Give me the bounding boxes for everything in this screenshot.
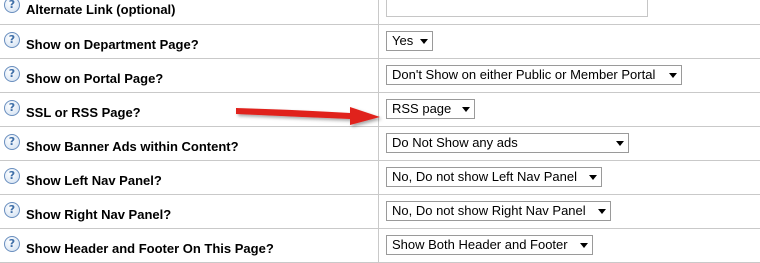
value-cell: No, Do not show Left Nav Panel: [378, 160, 760, 195]
label-cell: ? Show on Portal Page?: [0, 58, 379, 93]
field-label: Show Banner Ads within Content?: [26, 138, 239, 154]
portal-page-select[interactable]: Don't Show on either Public or Member Po…: [386, 65, 682, 85]
value-cell: No, Do not show Right Nav Panel: [378, 194, 760, 229]
banner-ads-select[interactable]: Do Not Show any ads: [386, 133, 629, 153]
ssl-rss-select[interactable]: RSS page: [386, 99, 475, 119]
field-label: Show Left Nav Panel?: [26, 172, 162, 188]
field-label: Show Header and Footer On This Page?: [26, 240, 274, 256]
value-cell: [378, 0, 760, 25]
help-icon[interactable]: ?: [4, 31, 20, 48]
value-cell: Yes: [378, 24, 760, 59]
dropdown-arrow-icon: [462, 107, 470, 112]
selected-value: Show Both Header and Footer: [392, 237, 568, 252]
dropdown-arrow-icon: [616, 141, 624, 146]
label-cell: ? Show Header and Footer On This Page?: [0, 228, 379, 263]
row-alternate-link: ? Alternate Link (optional): [0, 0, 760, 25]
dropdown-arrow-icon: [669, 73, 677, 78]
selected-value: Do Not Show any ads: [392, 135, 518, 150]
help-icon[interactable]: ?: [4, 99, 20, 116]
label-cell: ? Show Right Nav Panel?: [0, 194, 379, 229]
alternate-link-input[interactable]: [386, 0, 648, 18]
header-footer-select[interactable]: Show Both Header and Footer: [386, 235, 593, 255]
dropdown-arrow-icon: [420, 39, 428, 44]
field-label: Show Right Nav Panel?: [26, 206, 172, 222]
help-icon[interactable]: ?: [4, 201, 20, 218]
row-department-page: ? Show on Department Page? Yes: [0, 24, 760, 59]
right-nav-select[interactable]: No, Do not show Right Nav Panel: [386, 201, 611, 221]
selected-value: RSS page: [392, 101, 452, 116]
value-cell: Do Not Show any ads: [378, 126, 760, 161]
label-cell: ? Show Left Nav Panel?: [0, 160, 379, 195]
value-cell: RSS page: [378, 92, 760, 127]
field-label: Alternate Link (optional): [26, 2, 176, 18]
row-left-nav: ? Show Left Nav Panel? No, Do not show L…: [0, 160, 760, 195]
label-cell: ? Alternate Link (optional): [0, 0, 379, 25]
selected-value: Yes: [392, 33, 414, 48]
value-cell: Don't Show on either Public or Member Po…: [378, 58, 760, 93]
dropdown-arrow-icon: [589, 175, 597, 180]
dropdown-arrow-icon: [598, 209, 606, 214]
row-banner-ads: ? Show Banner Ads within Content? Do Not…: [0, 126, 760, 161]
selected-value: No, Do not show Right Nav Panel: [392, 203, 586, 218]
label-cell: ? Show on Department Page?: [0, 24, 379, 59]
help-icon[interactable]: ?: [4, 133, 20, 150]
value-cell: Show Both Header and Footer: [378, 228, 760, 263]
left-nav-select[interactable]: No, Do not show Left Nav Panel: [386, 167, 602, 187]
department-page-select[interactable]: Yes: [386, 31, 433, 51]
field-label: SSL or RSS Page?: [26, 104, 141, 120]
help-icon[interactable]: ?: [4, 235, 20, 252]
field-label: Show on Department Page?: [26, 36, 199, 52]
row-portal-page: ? Show on Portal Page? Don't Show on eit…: [0, 58, 760, 93]
red-arrow-icon: [236, 107, 380, 125]
help-icon[interactable]: ?: [4, 167, 20, 184]
selected-value: No, Do not show Left Nav Panel: [392, 169, 577, 184]
page-settings-form: ? Alternate Link (optional) ? Show on De…: [0, 0, 760, 263]
help-icon[interactable]: ?: [4, 0, 20, 13]
selected-value: Don't Show on either Public or Member Po…: [392, 67, 656, 82]
dropdown-arrow-icon: [580, 243, 588, 248]
row-right-nav: ? Show Right Nav Panel? No, Do not show …: [0, 194, 760, 229]
help-icon[interactable]: ?: [4, 65, 20, 82]
arrow-shape: [236, 107, 380, 125]
row-header-footer: ? Show Header and Footer On This Page? S…: [0, 228, 760, 263]
label-cell: ? Show Banner Ads within Content?: [0, 126, 379, 161]
field-label: Show on Portal Page?: [26, 70, 164, 86]
